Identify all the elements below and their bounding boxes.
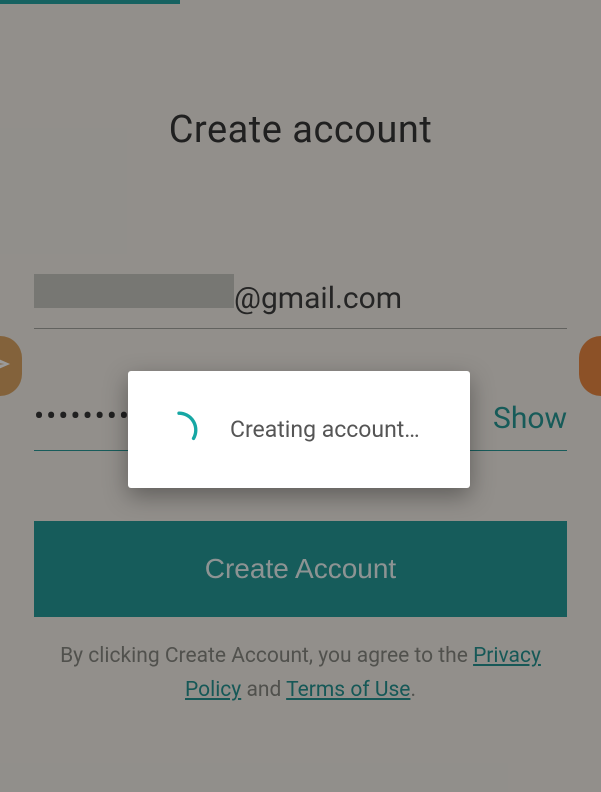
progress-message: Creating account… xyxy=(230,416,420,443)
spinner-icon xyxy=(158,409,200,451)
progress-dialog: Creating account… xyxy=(128,371,470,488)
